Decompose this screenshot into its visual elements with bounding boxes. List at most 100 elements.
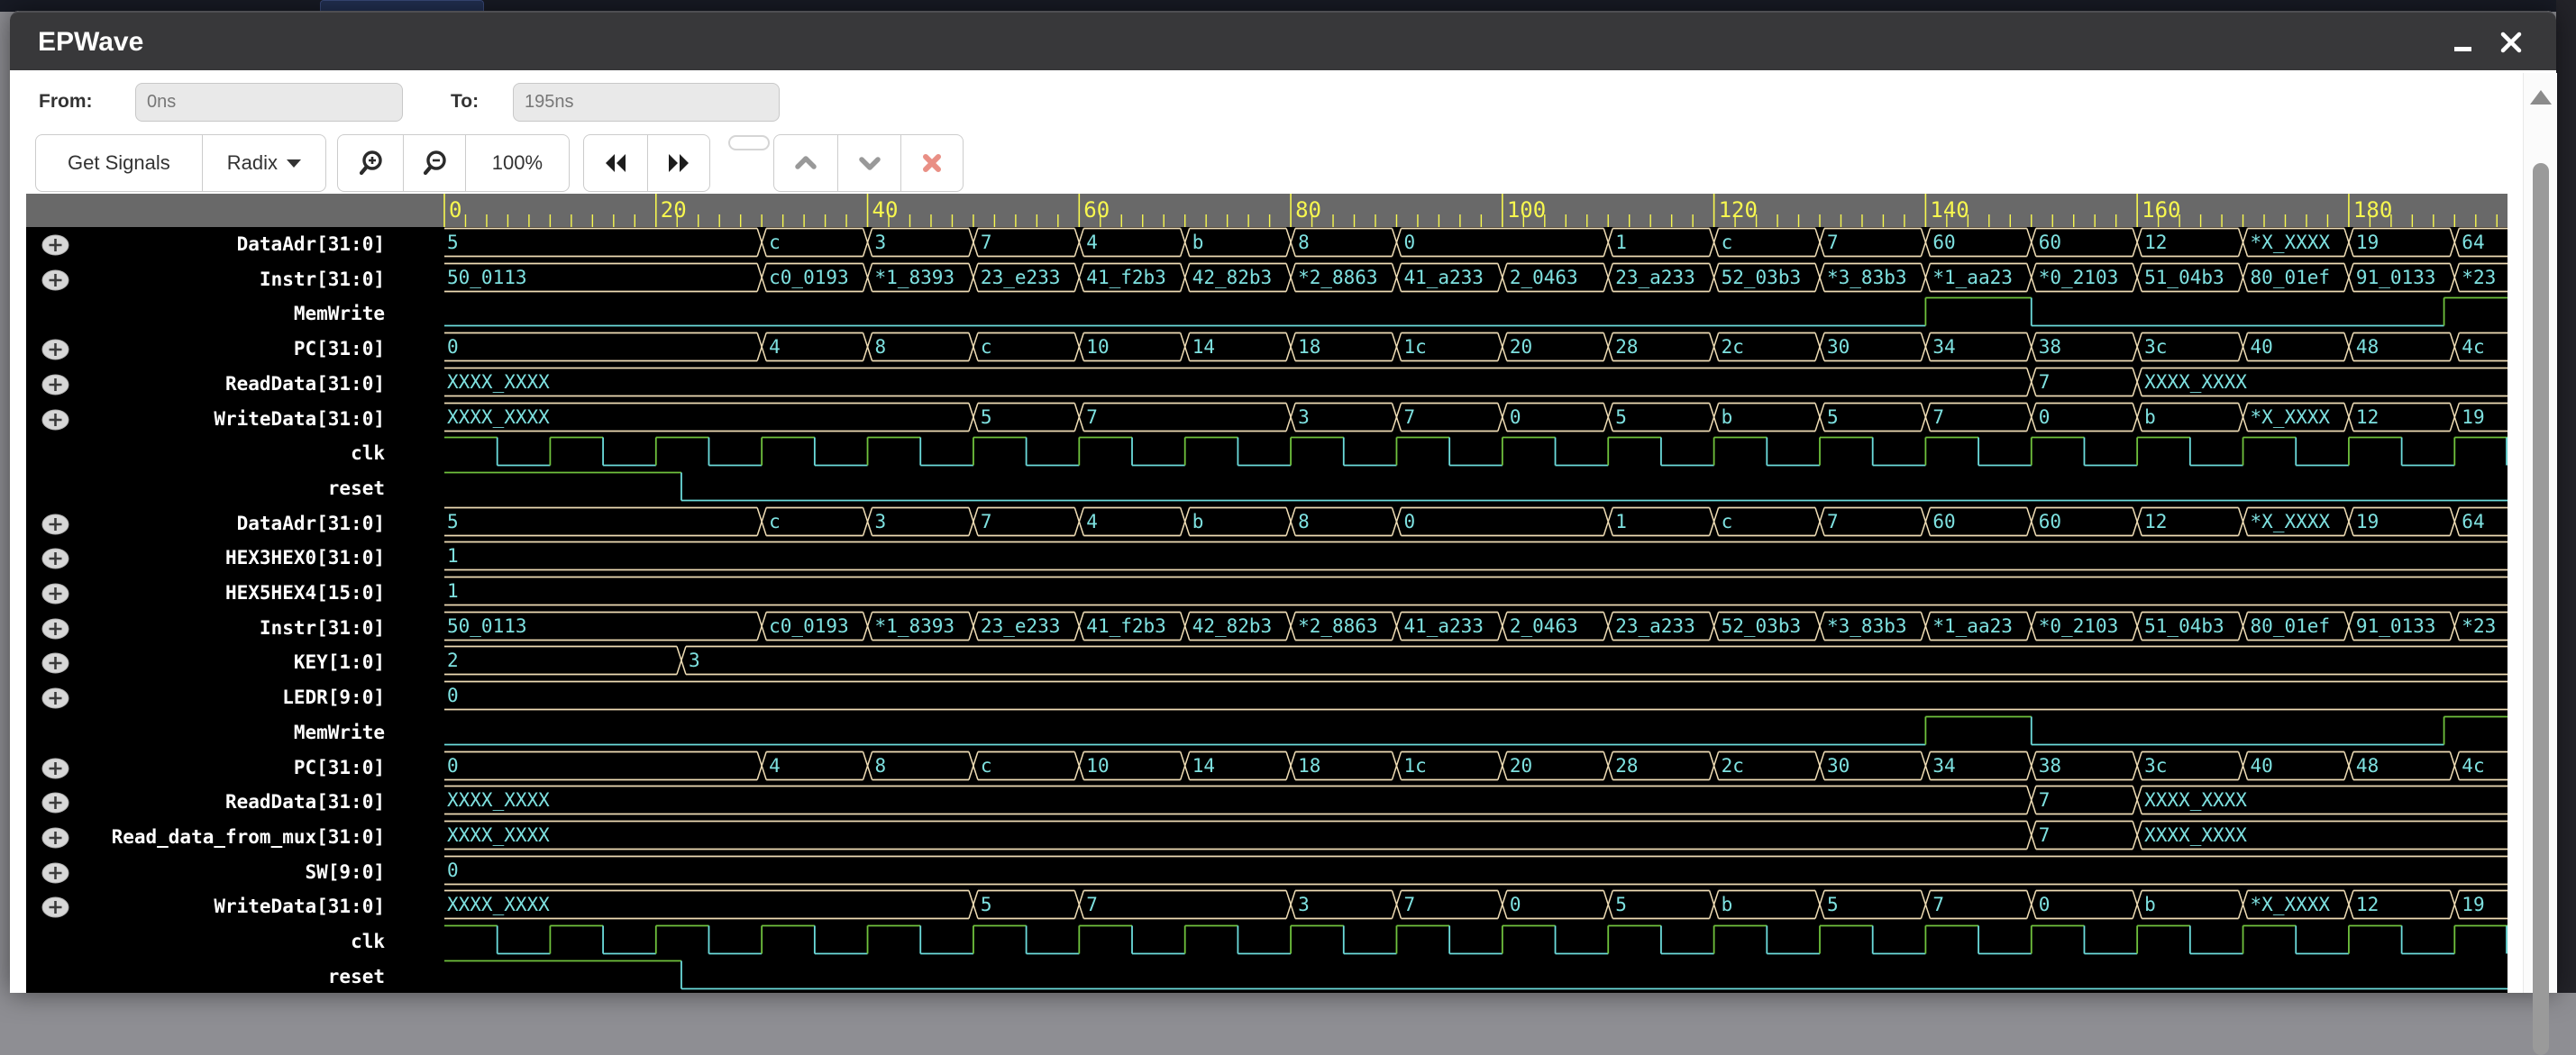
dialog-close-button[interactable] [2499,31,2523,54]
svg-text:4: 4 [1086,232,1098,253]
svg-text:c0_0193: c0_0193 [769,267,849,288]
signal-name: LEDR[9:0] [282,687,385,709]
svg-text:XXXX_XXXX: XXXX_XXXX [2144,371,2247,393]
svg-text:0: 0 [1403,511,1415,532]
svg-text:1c: 1c [1403,336,1426,358]
svg-text:b: b [2144,406,2156,428]
background-page-right [2556,0,2576,993]
svg-text:7: 7 [2039,789,2051,811]
svg-text:41_f2b3: 41_f2b3 [1086,267,1166,288]
svg-text:20: 20 [661,197,687,223]
svg-text:10: 10 [1086,336,1109,358]
signal-name: HEX5HEX4[15:0] [224,582,385,604]
svg-text:60: 60 [1083,197,1110,223]
signal-row: WriteData[31:0] XXXX_XXXX 5 7 3 7 0 5 b 5 7 0 b *X_XX… [26,402,2507,437]
svg-text:20: 20 [1510,755,1532,777]
time-ruler: 0 20 40 60 80 100 120 140 160 180 [26,194,2507,227]
signal-row: DataAdr[31:0] 5 c 3 7 4 b 8 0 1 c 7 60 60 12 *X_XXXX 19 6… [26,506,2507,541]
svg-text:160: 160 [2142,197,2180,223]
signal-name: SW[9:0] [305,860,385,883]
epwave-dialog: EPWave From: To: Get Signals Radix [10,11,2557,1055]
svg-text:5: 5 [1615,406,1627,428]
svg-text:12: 12 [2144,232,2167,253]
svg-text:100: 100 [1507,197,1546,223]
find-next-button[interactable] [837,135,900,191]
signal-name: Instr[31:0] [259,616,385,639]
signal-row: KEY[1:0] 2 3 [26,645,2507,680]
svg-text:41_f2b3: 41_f2b3 [1086,615,1166,637]
signal-row: reset [26,960,2507,993]
signal-row: ReadData[31:0] XXXX_XXXX 7 XXXX_XXXX [26,785,2507,820]
waveform: 0 [444,680,2507,711]
svg-text:4c: 4c [2462,336,2484,358]
svg-text:7: 7 [1932,406,1944,428]
svg-text:XXXX_XXXX: XXXX_XXXX [447,371,550,393]
svg-text:b: b [2144,894,2156,915]
signal-name: KEY[1:0] [293,651,385,674]
svg-text:3: 3 [1298,894,1310,915]
fast-forward-icon [668,154,689,172]
svg-text:*0_2103: *0_2103 [2039,615,2119,637]
radix-dropdown-button[interactable]: Radix [201,135,325,191]
svg-text:4: 4 [769,336,781,358]
pan-left-button[interactable] [584,135,647,191]
svg-text:4c: 4c [2462,755,2484,777]
svg-text:3: 3 [875,511,887,532]
waveform [444,715,2507,746]
svg-text:91_0133: 91_0133 [2356,615,2436,637]
to-input[interactable] [513,83,780,122]
svg-text:28: 28 [1615,336,1638,358]
svg-text:c: c [769,232,781,253]
signal-name: WriteData[31:0] [214,407,385,430]
svg-text:c: c [769,511,781,532]
scroll-up-arrow-icon[interactable] [2530,90,2552,105]
signal-row: reset [26,471,2507,506]
signal-row: MemWrite [26,715,2507,750]
zoom-level-button[interactable]: 100% [464,135,569,191]
find-previous-button[interactable] [774,135,837,191]
svg-text:*1_aa23: *1_aa23 [1932,615,2013,637]
svg-text:7: 7 [1086,894,1098,915]
svg-text:XXXX_XXXX: XXXX_XXXX [447,894,550,915]
svg-text:42_82b3: 42_82b3 [1192,267,1273,288]
svg-text:0: 0 [1403,232,1415,253]
signal-name: ReadData[31:0] [224,791,385,814]
get-signals-button[interactable]: Get Signals [36,135,202,191]
svg-text:*X_XXXX: *X_XXXX [2251,511,2331,532]
svg-text:23_e233: 23_e233 [981,267,1061,288]
signal-row: PC[31:0] 0 4 8 c 10 14 18 1c 20 28 2c 30 34 38 3c 40 48 4c [26,332,2507,367]
scrollbar-thumb[interactable] [2533,163,2549,1055]
svg-text:0: 0 [2039,406,2051,428]
from-input[interactable] [135,83,403,122]
svg-text:48: 48 [2356,755,2379,777]
zoom-in-button[interactable] [338,135,403,191]
svg-text:0: 0 [447,859,459,881]
waveform: 0 [444,855,2507,885]
pan-right-button[interactable] [646,135,710,191]
svg-text:1: 1 [1615,511,1627,532]
svg-text:5: 5 [447,232,459,253]
svg-text:20: 20 [1510,336,1532,358]
svg-text:b: b [1722,406,1733,428]
signal-row: HEX3HEX0[31:0] 1 [26,541,2507,576]
pan-group [583,134,710,192]
waveform [444,924,2507,955]
collapsed-search-field[interactable] [728,135,770,150]
svg-text:0: 0 [449,197,461,223]
signal-name: reset [327,965,385,987]
svg-text:80: 80 [1295,197,1321,223]
svg-text:60: 60 [2039,511,2061,532]
svg-text:48: 48 [2356,336,2379,358]
waveform: XXXX_XXXX 5 7 3 7 0 5 b 5 7 0 b *X_XXXX 12 19 [444,402,2507,432]
svg-text:*2_8863: *2_8863 [1298,267,1378,288]
svg-text:0: 0 [447,336,459,358]
minimize-button[interactable] [2454,47,2474,54]
signals-radix-group: Get Signals Radix [35,134,326,192]
svg-text:7: 7 [981,511,992,532]
svg-text:1: 1 [447,545,459,567]
waveform-scrollbar[interactable] [2523,73,2557,1055]
signal-row: Instr[31:0] 50_0113 c0_0193 *1_8393 23_e233 4… [26,262,2507,297]
svg-text:5: 5 [1615,894,1627,915]
clear-search-button[interactable] [900,135,963,191]
zoom-out-button[interactable] [403,135,464,191]
